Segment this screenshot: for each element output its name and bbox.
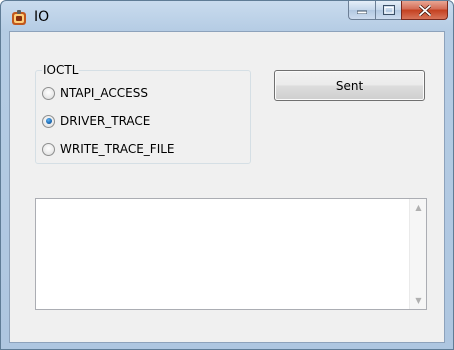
window-title: IO (34, 9, 50, 25)
title-bar[interactable]: IO (1, 1, 453, 31)
radio-label: NTAPI_ACCESS (60, 86, 148, 100)
radio-label: DRIVER_TRACE (60, 114, 151, 128)
minimize-icon (357, 10, 367, 14)
radio-driver-trace[interactable]: DRIVER_TRACE (42, 112, 150, 130)
app-icon (12, 10, 26, 25)
scroll-up-arrow-icon[interactable]: ▲ (410, 199, 427, 216)
output-textarea[interactable]: ▲ ▼ (35, 198, 427, 310)
vertical-scrollbar[interactable]: ▲ ▼ (409, 199, 426, 309)
ioctl-groupbox: IOCTL NTAPI_ACCESS DRIVER_TRACE WRITE_TR… (35, 63, 251, 164)
client-area: IOCTL NTAPI_ACCESS DRIVER_TRACE WRITE_TR… (9, 31, 445, 343)
radio-button-checked-icon[interactable] (42, 114, 55, 128)
sent-button[interactable]: Sent (274, 70, 425, 101)
radio-ntapi-access[interactable]: NTAPI_ACCESS (42, 84, 148, 102)
close-icon (418, 4, 431, 16)
radio-button-icon[interactable] (42, 86, 55, 100)
io-window: IO IOCTL NTAPI_ACCESS DRIVER_TRACE WRITE… (0, 0, 454, 350)
close-button[interactable] (401, 1, 448, 20)
radio-button-icon[interactable] (42, 142, 55, 156)
scroll-down-arrow-icon[interactable]: ▼ (410, 292, 427, 309)
minimize-button[interactable] (348, 1, 375, 20)
caption-buttons (348, 1, 448, 21)
maximize-button[interactable] (375, 1, 401, 20)
radio-label: WRITE_TRACE_FILE (60, 142, 175, 156)
maximize-icon (382, 5, 395, 15)
ioctl-group-label: IOCTL (42, 63, 80, 77)
radio-write-trace-file[interactable]: WRITE_TRACE_FILE (42, 140, 175, 158)
